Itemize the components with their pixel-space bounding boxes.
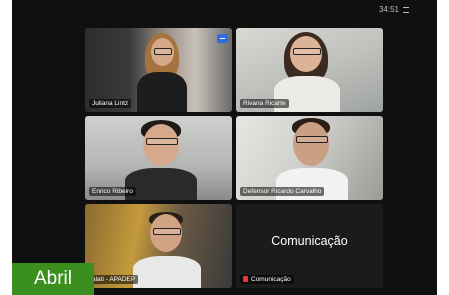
participant-name: Defensor Ricardo Carvalho bbox=[240, 187, 325, 196]
participant-tile-apadep[interactable]: alati - APADEP bbox=[85, 204, 232, 288]
participant-name: Rivana Ricarte bbox=[240, 99, 289, 108]
participant-name: alati - APADEP bbox=[89, 275, 139, 284]
participant-name-muted: Comunicação bbox=[240, 275, 294, 284]
pin-icon[interactable] bbox=[217, 34, 228, 43]
participant-tile-comunicacao[interactable]: Comunicação Comunicação bbox=[236, 204, 383, 288]
microphone-muted-icon bbox=[243, 276, 248, 283]
month-overlay-label: Abril bbox=[12, 263, 94, 295]
participant-tile-juliana[interactable]: Juliana Lintz bbox=[85, 28, 232, 112]
meeting-timer: 34:51 bbox=[378, 5, 399, 14]
participant-name: Comunicação bbox=[251, 276, 291, 283]
participant-tile-rivana[interactable]: Rivana Ricarte bbox=[236, 28, 383, 112]
video-call-window: 34:51 Juliana Lintz Rivana Ricarte Enric… bbox=[12, 0, 437, 295]
participant-tile-enrico[interactable]: Enrico Ribeiro bbox=[85, 116, 232, 200]
participant-name: Juliana Lintz bbox=[89, 99, 132, 108]
participant-tile-ricardo[interactable]: Defensor Ricardo Carvalho bbox=[236, 116, 383, 200]
video-off-name: Comunicação bbox=[271, 234, 348, 248]
top-bar: 34:51 bbox=[297, 0, 437, 20]
menu-icon[interactable] bbox=[403, 7, 409, 13]
participant-name: Enrico Ribeiro bbox=[89, 187, 136, 196]
